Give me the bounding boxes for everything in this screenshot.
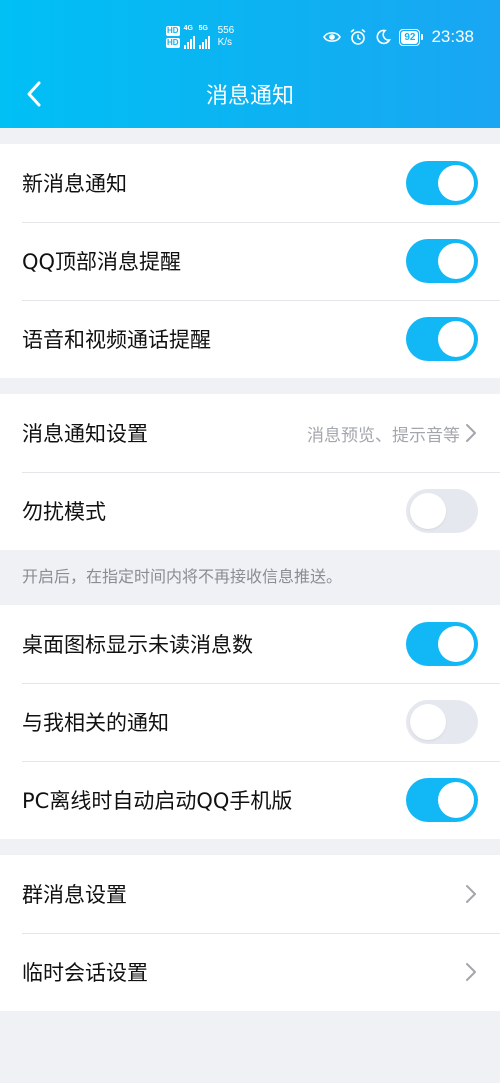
setting-row-pc-offline: PC离线时自动启动QQ手机版 [0, 761, 500, 839]
setting-label: PC离线时自动启动QQ手机版 [22, 789, 293, 813]
setting-row-notification-settings[interactable]: 消息通知设置 消息预览、提示音等 [0, 394, 500, 472]
setting-row-related-notice: 与我相关的通知 [0, 683, 500, 761]
call-reminder-toggle[interactable] [406, 317, 478, 361]
eye-icon [323, 32, 342, 42]
unread-badge-toggle[interactable] [406, 622, 478, 666]
setting-label: 语音和视频通话提醒 [22, 328, 211, 352]
setting-row-temp-session[interactable]: 临时会话设置 [0, 933, 500, 1011]
network-type-1: 4G [183, 25, 193, 32]
battery-tip [421, 34, 424, 40]
conversation-settings-group: 群消息设置 临时会话设置 [0, 855, 500, 1011]
header: HD HD 4G 5G 556 K/s 92 23:38 消息通知 [0, 0, 500, 128]
chevron-right-icon [466, 885, 476, 903]
setting-label: 消息通知设置 [22, 422, 148, 446]
setting-row-unread-badge: 桌面图标显示未读消息数 [0, 605, 500, 683]
setting-label: 勿扰模式 [22, 500, 106, 524]
nav-bar: 消息通知 [0, 66, 500, 122]
toggle-knob [438, 782, 474, 818]
setting-row-top-reminder: QQ顶部消息提醒 [0, 222, 500, 300]
page-title: 消息通知 [205, 84, 294, 109]
setting-detail: 消息预览、提示音等 [307, 425, 460, 446]
toggle-knob [438, 321, 474, 357]
toggle-knob [438, 243, 474, 279]
network-speed-unit: K/s [217, 37, 233, 48]
top-reminder-toggle[interactable] [406, 239, 478, 283]
battery-level: 92 [401, 30, 419, 44]
setting-label: 新消息通知 [22, 172, 127, 196]
new-message-toggle[interactable] [406, 161, 478, 205]
setting-row-group-message[interactable]: 群消息设置 [0, 855, 500, 933]
battery-icon: 92 [399, 28, 424, 46]
network-speed: 556 K/s [218, 25, 235, 49]
misc-settings-group: 桌面图标显示未读消息数 与我相关的通知 PC离线时自动启动QQ手机版 [0, 605, 500, 839]
setting-label: 与我相关的通知 [22, 711, 169, 735]
signal-2: 5G [198, 25, 210, 49]
notification-group: 新消息通知 QQ顶部消息提醒 语音和视频通话提醒 [0, 144, 500, 378]
setting-row-call-reminder: 语音和视频通话提醒 [0, 300, 500, 378]
battery-body: 92 [399, 28, 421, 46]
setting-label: 桌面图标显示未读消息数 [22, 633, 253, 657]
toggle-knob [438, 626, 474, 662]
signal-bars-icon [198, 33, 210, 49]
signal-bars-icon [183, 33, 195, 49]
network-type-2: 5G [198, 25, 208, 32]
toggle-knob [410, 704, 446, 740]
hd-indicators: HD HD [166, 26, 180, 48]
toggle-knob [410, 493, 446, 529]
setting-row-new-message: 新消息通知 [0, 144, 500, 222]
signal-1: 4G [183, 25, 195, 49]
chevron-right-icon [466, 424, 476, 442]
status-right: 92 23:38 [323, 26, 474, 48]
setting-label: 临时会话设置 [22, 961, 148, 985]
status-time: 23:38 [431, 27, 474, 46]
dnd-toggle[interactable] [406, 489, 478, 533]
setting-label: QQ顶部消息提醒 [22, 250, 182, 274]
status-left: HD HD 4G 5G 556 K/s [166, 22, 234, 52]
network-speed-value: 556 [217, 25, 235, 36]
toggle-knob [438, 165, 474, 201]
hd-badge-2: HD [166, 38, 180, 48]
hd-badge-1: HD [166, 26, 180, 36]
setting-label: 群消息设置 [22, 883, 127, 907]
moon-icon [376, 29, 392, 45]
status-bar: HD HD 4G 5G 556 K/s 92 23:38 [0, 0, 500, 66]
chevron-right-icon [466, 963, 476, 981]
pc-offline-toggle[interactable] [406, 778, 478, 822]
dnd-note: 开启后，在指定时间内将不再接收信息推送。 [22, 567, 343, 586]
notification-settings-group: 消息通知设置 消息预览、提示音等 勿扰模式 [0, 394, 500, 550]
alarm-icon [350, 28, 366, 45]
setting-row-dnd: 勿扰模式 [0, 472, 500, 550]
related-notice-toggle[interactable] [406, 700, 478, 744]
